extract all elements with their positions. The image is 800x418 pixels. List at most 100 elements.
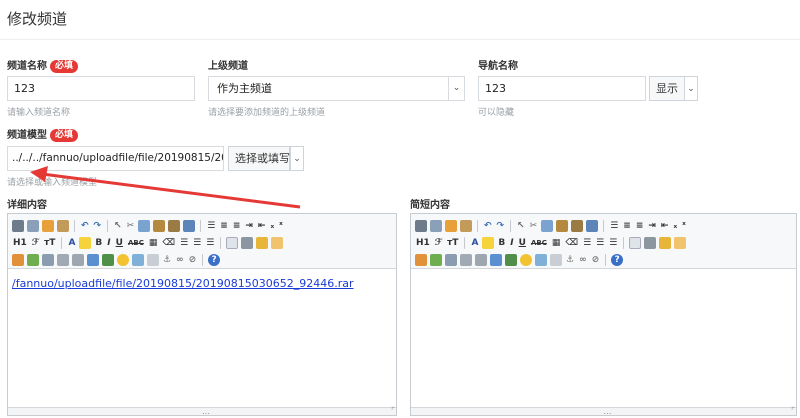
heading-icon[interactable]: H1 [12,237,28,249]
pagebreak-icon[interactable] [147,254,159,266]
code-icon[interactable] [674,237,687,249]
strikethrough-icon[interactable]: ABC [127,237,145,249]
flash-icon[interactable] [42,254,54,266]
channel-model-input[interactable]: ../../../fannuo/uploadfile/file/20190815… [7,146,224,171]
corner-resize-icon[interactable]: ⌜ [391,406,395,415]
align-justify-icon[interactable]: ☰ [609,220,619,232]
bold-icon[interactable]: B [497,237,506,249]
ordered-list-icon[interactable]: ≡ [622,220,632,232]
font-color-icon[interactable]: A [67,237,76,249]
copy-icon[interactable] [138,220,151,232]
italic-icon[interactable]: I [106,237,111,249]
resize-handle[interactable]: ․․․ ⌜ [8,406,396,416]
resize-handle[interactable]: ․․․ ⌜ [411,406,796,416]
detail-editor[interactable]: ↶ ↷ ↖ ✂ ☰ ≡ ≡ ⇥ ⇤ ₓ ˣ H1 ℱ тT A B I U AB… [7,213,397,416]
code-icon[interactable] [271,237,284,249]
indent-icon[interactable]: ⇥ [647,220,657,232]
model-chevron-down-icon[interactable]: ⌄ [290,146,304,171]
template-icon[interactable] [430,220,442,232]
resize-grip-icon[interactable]: ․․․ [202,407,210,416]
align-left-icon[interactable]: ☰ [179,237,189,249]
table-icon[interactable]: ▦ [551,237,562,249]
unordered-list-icon[interactable]: ≡ [232,220,242,232]
paste-word-icon[interactable] [586,220,599,232]
attachment-icon[interactable] [475,254,487,266]
resize-grip-icon[interactable]: ․․․ [604,407,612,416]
table-icon[interactable]: ▦ [148,237,159,249]
source-icon[interactable] [415,220,427,232]
map-icon[interactable] [535,254,547,266]
map-icon[interactable] [132,254,144,266]
detail-edit-area[interactable]: /fannuo/uploadfile/file/20190815/2019081… [8,270,396,407]
insert-table-icon[interactable] [87,254,99,266]
highlight-icon[interactable] [482,237,495,249]
brush-icon[interactable] [445,220,457,232]
strikethrough-icon[interactable]: ABC [530,237,548,249]
emoticon-icon[interactable] [520,254,532,266]
channel-name-input[interactable]: 123 [7,76,195,101]
image-icon[interactable] [415,254,427,266]
corner-resize-icon[interactable]: ⌜ [791,406,795,415]
copy-icon[interactable] [541,220,554,232]
insert-table-icon[interactable] [490,254,502,266]
display-select[interactable]: 显示 [649,76,687,101]
image-icon[interactable] [12,254,24,266]
help-icon[interactable]: ? [208,254,221,266]
align-right-icon[interactable]: ☰ [205,237,215,249]
heading-icon[interactable]: H1 [415,237,431,249]
fullscreen-icon[interactable] [659,237,672,249]
brief-editor[interactable]: ↶ ↷ ↖ ✂ ☰ ≡ ≡ ⇥ ⇤ ₓ ˣ H1 ℱ тT A B I U AB… [410,213,797,416]
display-chevron-down-icon[interactable]: ⌄ [684,76,698,101]
align-right-icon[interactable]: ☰ [608,237,618,249]
outdent-icon[interactable]: ⇤ [257,220,267,232]
ordered-list-icon[interactable]: ≡ [219,220,229,232]
media-icon[interactable] [57,254,69,266]
anchor-icon[interactable]: ⚓ [565,254,575,266]
align-center-icon[interactable]: ☰ [595,237,605,249]
content-link[interactable]: /fannuo/uploadfile/file/20190815/2019081… [12,277,354,290]
multi-image-icon[interactable] [27,254,39,266]
media-icon[interactable] [460,254,472,266]
unordered-list-icon[interactable]: ≡ [635,220,645,232]
undo-icon[interactable]: ↶ [80,220,90,232]
clear-format-icon[interactable] [460,220,472,232]
bold-icon[interactable]: B [94,237,103,249]
source-icon[interactable] [12,220,24,232]
nav-name-input[interactable]: 123 [478,76,646,101]
flash-icon[interactable] [445,254,457,266]
eraser-icon[interactable]: ⌫ [564,237,579,249]
horizontal-rule-icon[interactable] [505,254,517,266]
unlink-icon[interactable]: ⊘ [591,254,601,266]
parent-channel-select[interactable]: 作为主频道 ⌄ [208,76,465,101]
template-icon[interactable] [27,220,39,232]
anchor-icon[interactable]: ⚓ [162,254,172,266]
horizontal-rule-icon[interactable] [102,254,114,266]
attachment-icon[interactable] [72,254,84,266]
paste-icon[interactable] [556,220,569,232]
align-justify-icon[interactable]: ☰ [206,220,216,232]
redo-icon[interactable]: ↷ [496,220,506,232]
align-left-icon[interactable]: ☰ [582,237,592,249]
emoticon-icon[interactable] [117,254,129,266]
subscript-icon[interactable]: ₓ [269,220,275,232]
undo-icon[interactable]: ↶ [483,220,493,232]
preview-icon[interactable] [226,237,239,249]
font-size-icon[interactable]: тT [446,237,459,249]
font-family-icon[interactable]: ℱ [31,237,40,249]
font-color-icon[interactable]: A [470,237,479,249]
preview-icon[interactable] [629,237,642,249]
eraser-icon[interactable]: ⌫ [161,237,176,249]
font-size-icon[interactable]: тT [43,237,56,249]
highlight-icon[interactable] [79,237,92,249]
cut-icon[interactable]: ✂ [126,220,136,232]
brief-edit-area[interactable] [411,270,796,407]
redo-icon[interactable]: ↷ [93,220,103,232]
align-center-icon[interactable]: ☰ [192,237,202,249]
help-icon[interactable]: ? [611,254,624,266]
superscript-icon[interactable]: ˣ [278,220,284,232]
pagebreak-icon[interactable] [550,254,562,266]
underline-icon[interactable]: U [115,237,124,249]
superscript-icon[interactable]: ˣ [681,220,687,232]
indent-icon[interactable]: ⇥ [244,220,254,232]
paste-word-icon[interactable] [183,220,196,232]
